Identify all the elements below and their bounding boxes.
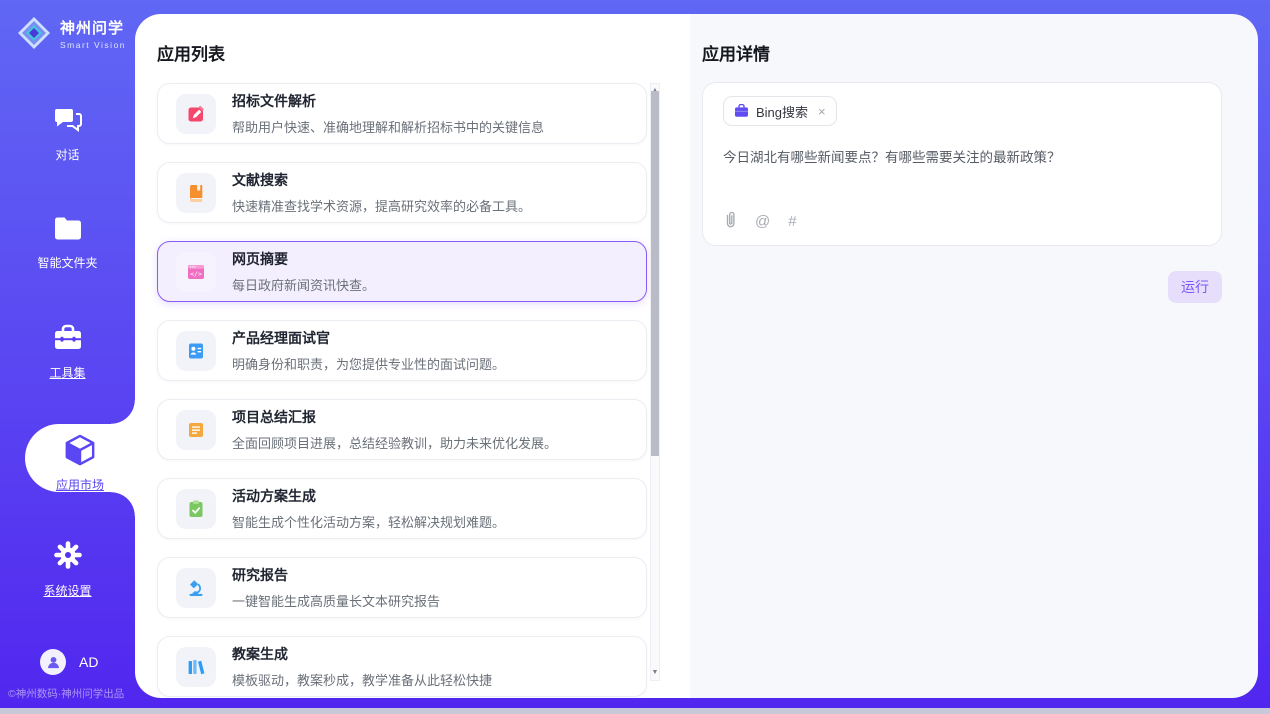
avatar <box>40 649 66 675</box>
prompt-editor[interactable]: Bing搜索 × 今日湖北有哪些新闻要点？有哪些需要关注的最新政策？ @ # <box>702 82 1222 246</box>
run-button[interactable]: 运行 <box>1168 271 1222 303</box>
sidebar-item-label: 系统设置 <box>0 582 135 599</box>
attachment-icon[interactable] <box>724 211 737 232</box>
app-card-pm-interviewer[interactable]: 产品经理面试官 明确身份和职责，为您提供专业性的面试问题。 <box>157 320 647 381</box>
app-card-title: 项目总结汇报 <box>232 407 557 427</box>
scrollbar-down-icon[interactable]: ▼ <box>652 667 659 679</box>
briefcase-icon <box>734 104 749 118</box>
sidebar-item-smart-folder[interactable]: 智能文件夹 <box>0 216 135 271</box>
sidebar-item-app-market[interactable]: 应用市场 <box>25 424 135 492</box>
books-icon <box>176 647 216 687</box>
app-card-description: 智能生成个性化活动方案，轻松解决规划难题。 <box>232 512 505 531</box>
app-logo: 神州问学 Smart Vision <box>16 15 126 51</box>
app-list-panel: 应用列表 招标文件解析 帮助用户快速、准确地理解和解析招标书中的关键信息 <box>135 14 690 698</box>
folder-icon <box>52 216 84 242</box>
book-icon <box>176 173 216 213</box>
app-card-title: 网页摘要 <box>232 249 375 269</box>
sidebar-item-toolset[interactable]: 工具集 <box>0 324 135 381</box>
toolbox-icon <box>52 324 84 352</box>
window-bottom-edge <box>0 708 1270 714</box>
person-icon <box>46 655 61 670</box>
copyright-text: ©神州数码·神州问学出品 <box>8 686 124 701</box>
app-card-description: 一键智能生成高质量长文本研究报告 <box>232 591 440 610</box>
svg-text:</>: </> <box>190 270 202 278</box>
hash-icon[interactable]: # <box>788 213 796 230</box>
app-card-title: 教案生成 <box>232 644 492 664</box>
question-text[interactable]: 今日湖北有哪些新闻要点？有哪些需要关注的最新政策？ <box>723 149 1201 168</box>
editor-toolbar: @ # <box>724 211 797 232</box>
tool-chip-label: Bing搜索 <box>756 102 808 121</box>
sidebar-item-label: 智能文件夹 <box>0 254 135 271</box>
sidebar: 神州问学 Smart Vision 对话 智能文件夹 <box>0 0 135 708</box>
sidebar-item-label: 工具集 <box>0 364 135 381</box>
clipboard-check-icon <box>176 489 216 529</box>
sidebar-item-chat[interactable]: 对话 <box>0 106 135 163</box>
app-card-description: 全面回顾项目进展，总结经验教训，助力未来优化发展。 <box>232 433 557 452</box>
app-card-description: 模板驱动，教案秒成，教学准备从此轻松快捷 <box>232 670 492 689</box>
microscope-icon <box>176 568 216 608</box>
app-card-title: 招标文件解析 <box>232 91 544 111</box>
app-card-description: 每日政府新闻资讯快查。 <box>232 275 375 294</box>
app-list-title: 应用列表 <box>157 40 225 65</box>
app-card-description: 快速精准查找学术资源，提高研究效率的必备工具。 <box>232 196 531 215</box>
app-card-title: 文献搜索 <box>232 170 531 190</box>
sidebar-item-label: 对话 <box>0 146 135 163</box>
app-card-title: 产品经理面试官 <box>232 328 505 348</box>
app-card-research-report[interactable]: 研究报告 一键智能生成高质量长文本研究报告 <box>157 557 647 618</box>
tool-chip-bing-search[interactable]: Bing搜索 × <box>723 96 837 126</box>
app-list-scrollbar[interactable]: ▲ ▼ <box>650 83 660 681</box>
interviewer-document-icon <box>176 331 216 371</box>
chat-icon <box>53 106 83 134</box>
app-card-list: 招标文件解析 帮助用户快速、准确地理解和解析招标书中的关键信息 文献搜索 快速精… <box>157 83 647 698</box>
chip-close-icon[interactable]: × <box>818 104 826 119</box>
logo-title: 神州问学 <box>60 17 126 38</box>
logo-subtitle: Smart Vision <box>60 40 126 50</box>
webpage-code-icon: </> <box>176 252 216 292</box>
document-edit-icon <box>176 94 216 134</box>
app-card-event-plan[interactable]: 活动方案生成 智能生成个性化活动方案，轻松解决规划难题。 <box>157 478 647 539</box>
cube-icon <box>64 434 96 468</box>
gear-icon <box>53 540 83 570</box>
app-detail-title: 应用详情 <box>702 40 770 65</box>
report-note-icon <box>176 410 216 450</box>
app-card-description: 明确身份和职责，为您提供专业性的面试问题。 <box>232 354 505 373</box>
app-card-title: 活动方案生成 <box>232 486 505 506</box>
app-card-description: 帮助用户快速、准确地理解和解析招标书中的关键信息 <box>232 117 544 136</box>
user-account[interactable]: AD <box>40 649 98 675</box>
app-card-bid-analysis[interactable]: 招标文件解析 帮助用户快速、准确地理解和解析招标书中的关键信息 <box>157 83 647 144</box>
mention-icon[interactable]: @ <box>755 213 770 230</box>
scrollbar-thumb[interactable] <box>651 91 659 456</box>
app-card-project-summary[interactable]: 项目总结汇报 全面回顾项目进展，总结经验教训，助力未来优化发展。 <box>157 399 647 460</box>
app-detail-panel: 应用详情 Bing搜索 × 今日湖北有哪些新闻要点？有哪些需要关注的最新政策？ <box>690 14 1258 698</box>
content-frame: 应用列表 招标文件解析 帮助用户快速、准确地理解和解析招标书中的关键信息 <box>135 14 1258 698</box>
app-card-web-summary[interactable]: </> 网页摘要 每日政府新闻资讯快查。 <box>157 241 647 302</box>
app-card-lesson-plan[interactable]: 教案生成 模板驱动，教案秒成，教学准备从此轻松快捷 <box>157 636 647 697</box>
app-card-literature-search[interactable]: 文献搜索 快速精准查找学术资源，提高研究效率的必备工具。 <box>157 162 647 223</box>
app-card-title: 研究报告 <box>232 565 440 585</box>
logo-diamond-icon <box>16 15 52 51</box>
sidebar-item-settings[interactable]: 系统设置 <box>0 540 135 599</box>
user-name: AD <box>79 654 98 670</box>
sidebar-item-label: 应用市场 <box>25 476 135 493</box>
